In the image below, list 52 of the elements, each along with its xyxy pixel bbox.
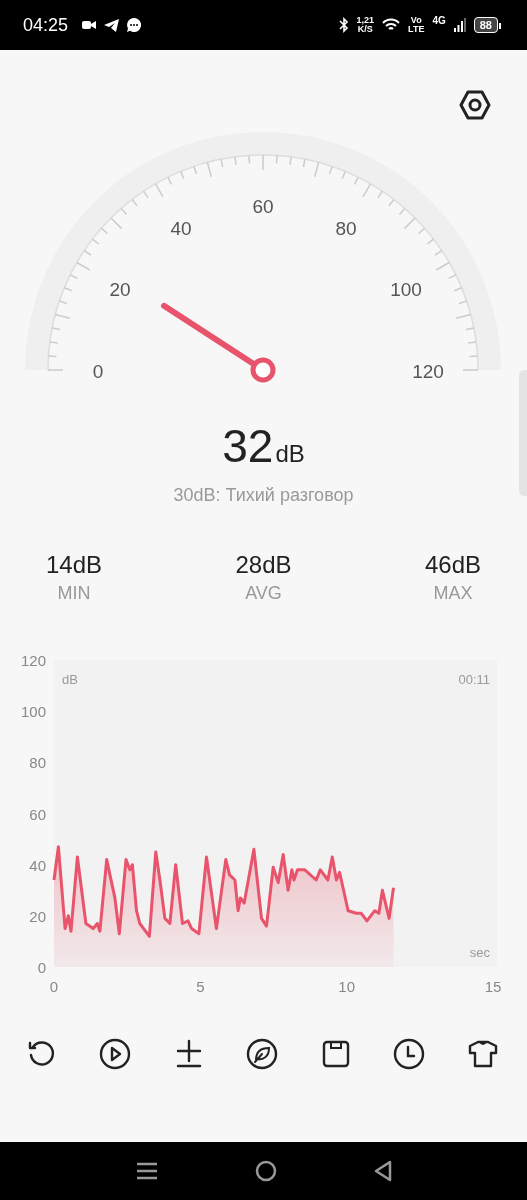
y-tick-label: 20 bbox=[29, 907, 46, 925]
home-button[interactable] bbox=[254, 1160, 277, 1182]
decibel-value: 32 bbox=[222, 419, 274, 474]
network-type: 4G bbox=[432, 15, 446, 26]
scale-label: 60 bbox=[252, 196, 274, 217]
clock-time: 04:25 bbox=[23, 14, 69, 36]
stat-value: 28dB bbox=[235, 550, 292, 580]
x-tick-label: 15 bbox=[484, 978, 502, 995]
recent-apps-button[interactable] bbox=[135, 1161, 158, 1181]
y-tick-label: 100 bbox=[20, 703, 46, 721]
y-tick-label: 120 bbox=[20, 652, 46, 669]
scale-label: 0 bbox=[92, 361, 104, 382]
bluetooth-icon bbox=[338, 17, 349, 33]
noise-description: 30dB: Тихий разговор bbox=[173, 484, 354, 507]
scale-label: 40 bbox=[170, 218, 192, 239]
y-tick-label: 80 bbox=[29, 754, 46, 772]
lte-label: LTE bbox=[408, 25, 425, 34]
stat-label: MIN bbox=[57, 582, 91, 605]
scale-label: 20 bbox=[109, 279, 131, 300]
t-shirt-icon bbox=[466, 1038, 499, 1070]
battery-icon: 88 bbox=[473, 17, 498, 33]
elapsed-time: 00:11 bbox=[458, 672, 490, 687]
wifi-icon bbox=[382, 18, 401, 32]
play-icon bbox=[99, 1038, 132, 1070]
chat-bubble-icon bbox=[127, 18, 142, 32]
y-tick-label: 0 bbox=[37, 959, 46, 976]
volte-label: Vo bbox=[410, 16, 422, 25]
stat-value: 14dB bbox=[45, 550, 103, 580]
stat-label: AVG bbox=[245, 582, 282, 605]
x-tick-label: 10 bbox=[338, 978, 355, 995]
y-tick-label: 40 bbox=[29, 856, 46, 874]
video-camera-icon bbox=[82, 20, 97, 30]
settings-button[interactable] bbox=[458, 88, 492, 122]
x-tick-label: 0 bbox=[49, 978, 59, 995]
network-speed: 1,21 bbox=[356, 16, 375, 25]
x-tick-label: 5 bbox=[196, 978, 205, 995]
scale-label: 100 bbox=[390, 279, 422, 300]
scale-label: 80 bbox=[335, 218, 357, 239]
y-unit-label: dB bbox=[62, 672, 78, 687]
paper-plane-icon bbox=[104, 18, 120, 32]
signal-icon bbox=[453, 18, 466, 32]
clock-icon bbox=[393, 1038, 426, 1070]
x-unit-label: sec bbox=[469, 945, 490, 960]
stat-value: 46dB bbox=[424, 550, 482, 580]
decibel-unit: dB bbox=[275, 439, 305, 469]
settings-icon bbox=[458, 88, 492, 122]
stat-label: MAX bbox=[433, 582, 473, 605]
scale-label: 120 bbox=[412, 361, 444, 382]
leaf-icon bbox=[246, 1038, 279, 1070]
speed-unit: K/S bbox=[357, 25, 373, 34]
y-tick-label: 60 bbox=[29, 805, 46, 823]
back-button[interactable] bbox=[373, 1160, 392, 1182]
